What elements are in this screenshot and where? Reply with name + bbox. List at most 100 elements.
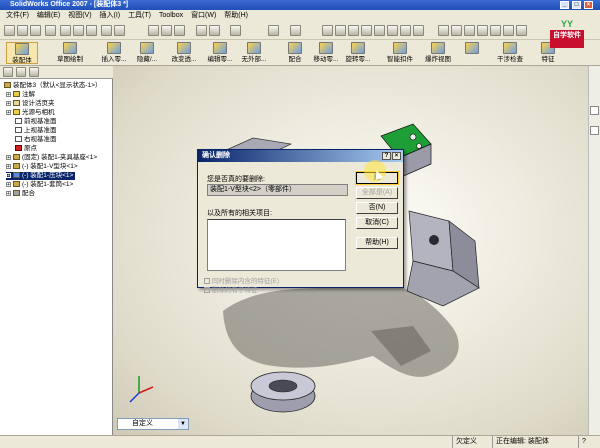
transparency-icon [177,42,191,54]
related-items-list[interactable] [207,219,346,271]
rotate-view-icon[interactable] [374,25,385,36]
expand-icon[interactable]: + [6,172,11,178]
save-icon[interactable] [30,25,41,36]
panel-toggle-icon[interactable] [590,106,599,115]
cmd-exploded-view[interactable]: 爆炸视图 [422,42,454,64]
shadows-icon[interactable] [503,25,514,36]
display-state-select[interactable]: 自定义 ▼ [117,418,189,430]
tree-item-pressing-block[interactable]: + (-) 装配1-压块<1> [6,172,76,180]
sketch-icon[interactable] [196,25,207,36]
shaded-edges-icon[interactable] [477,25,488,36]
vertical-scrollbar[interactable] [588,66,600,435]
section-view-icon[interactable] [413,25,424,36]
options-icon[interactable] [174,25,185,36]
yes-to-all-button[interactable]: 全部是(A) [356,187,398,199]
menu-tools[interactable]: 工具(T) [128,12,151,19]
wireframe-icon[interactable] [438,25,449,36]
edit-component-icon [213,42,227,54]
redo-icon[interactable] [114,25,125,36]
copy-icon[interactable] [73,25,84,36]
help-icon[interactable] [230,25,241,36]
cmd-hide-show[interactable]: 隐藏/... [134,42,160,64]
cut-icon[interactable] [60,25,71,36]
help-button[interactable]: 帮助(H) [356,237,398,249]
cmd-assembly[interactable]: 装配体 [6,42,38,64]
tree-item-v-block[interactable]: + (-) 装配1-V型块<1> [6,163,78,171]
pan-icon[interactable] [387,25,398,36]
hidden-lines-visible-icon[interactable] [451,25,462,36]
tree-item-mates[interactable]: + 配合 [6,190,35,198]
cmd-transparency[interactable]: 改变透... [170,42,198,64]
select-icon[interactable] [148,25,159,36]
menu-window[interactable]: 窗口(W) [191,12,216,19]
smart-dimension-icon[interactable] [209,25,220,36]
tree-item-sleeve[interactable]: + (-) 装配1-套筒<1> [6,181,73,189]
cmd-edit-component[interactable]: 编辑零... [206,42,234,64]
tree-item-origin[interactable]: 原点 [13,145,37,153]
cmd-mate[interactable]: 配合 [284,42,306,64]
tree-item-design-binder[interactable]: + 设计活页夹 [6,100,55,108]
perspective-icon[interactable] [516,25,527,36]
tree-item-annotations[interactable]: + 注解 [6,91,35,99]
configuration-manager-tab-icon[interactable] [29,67,39,77]
menu-edit[interactable]: 编辑(E) [37,12,60,19]
cmd-explode-line-sketch[interactable] [460,42,484,64]
zoom-in-out-icon[interactable] [348,25,359,36]
help-icon[interactable]: ? [382,152,391,160]
expand-icon[interactable]: + [6,91,11,97]
print-icon[interactable] [45,25,56,36]
tree-item-right-plane[interactable]: 右视基准面 [13,136,57,144]
expand-icon[interactable]: + [6,190,11,196]
shaded-icon[interactable] [490,25,501,36]
tree-root[interactable]: 装配体3（默认<显示状态-1>） [2,82,102,90]
expand-icon[interactable]: + [6,181,11,187]
cmd-sketch[interactable]: 草图绘制 [52,42,88,64]
menu-help[interactable]: 帮助(H) [224,12,248,19]
menu-insert[interactable]: 插入(I) [100,12,121,19]
expand-icon[interactable]: + [6,100,11,106]
paste-icon[interactable] [86,25,97,36]
cmd-smart-fasteners[interactable]: 智能扣件 [384,42,416,64]
cmd-no-external-references[interactable]: 无外部... [240,42,268,64]
tree-item-top-plane[interactable]: 上视基准面 [13,127,57,135]
property-manager-tab-icon[interactable] [16,67,26,77]
no-button[interactable]: 否(N) [356,202,398,214]
feature-tree-tab-icon[interactable] [3,67,13,77]
tree-item-lights-cameras[interactable]: + 光源与相机 [6,109,55,117]
minimize-button[interactable]: _ [560,1,569,9]
zoom-fit-icon[interactable] [322,25,333,36]
previous-view-icon[interactable] [400,25,411,36]
hide-show-icon [140,42,154,54]
panel-toggle-icon[interactable] [590,126,599,135]
delete-sub-features-checkbox[interactable]: 删除的有子特征 [204,284,257,294]
cmd-rotate-component[interactable]: 旋转零... [344,42,372,64]
status-help[interactable]: ? [578,436,598,448]
hidden-lines-removed-icon[interactable] [464,25,475,36]
expand-icon[interactable]: + [6,154,11,160]
tree-item-front-plane[interactable]: 前视基准面 [13,118,57,126]
cancel-button[interactable]: 取消(C) [356,217,398,229]
hide-icon[interactable] [290,25,301,36]
cmd-interference-detection[interactable]: 干涉检查 [494,42,526,64]
menu-view[interactable]: 视图(V) [68,12,91,19]
close-icon[interactable]: × [392,152,401,160]
expand-icon[interactable]: + [6,163,11,169]
cmd-move-component[interactable]: 移动零... [312,42,340,64]
close-button[interactable]: × [584,1,593,9]
zoom-area-icon[interactable] [335,25,346,36]
new-icon[interactable] [4,25,15,36]
menu-toolbox[interactable]: Toolbox [159,12,183,19]
open-icon[interactable] [17,25,28,36]
zoom-selection-icon[interactable] [361,25,372,36]
maximize-button[interactable]: □ [572,1,581,9]
undo-icon[interactable] [101,25,112,36]
rotate-component-icon [351,42,365,54]
expand-icon[interactable]: + [6,109,11,115]
menu-bar: 文件(F) 编辑(E) 视图(V) 插入(I) 工具(T) Toolbox 窗口… [0,10,600,22]
menu-file[interactable]: 文件(F) [6,12,29,19]
appearance-icon[interactable] [268,25,279,36]
rebuild-icon[interactable] [161,25,172,36]
panel-tabs [0,66,113,79]
cmd-insert-component[interactable]: 插入零... [100,42,128,64]
tree-item-fixture-base[interactable]: + (固定) 装配1-夹具基座<1> [6,154,97,162]
